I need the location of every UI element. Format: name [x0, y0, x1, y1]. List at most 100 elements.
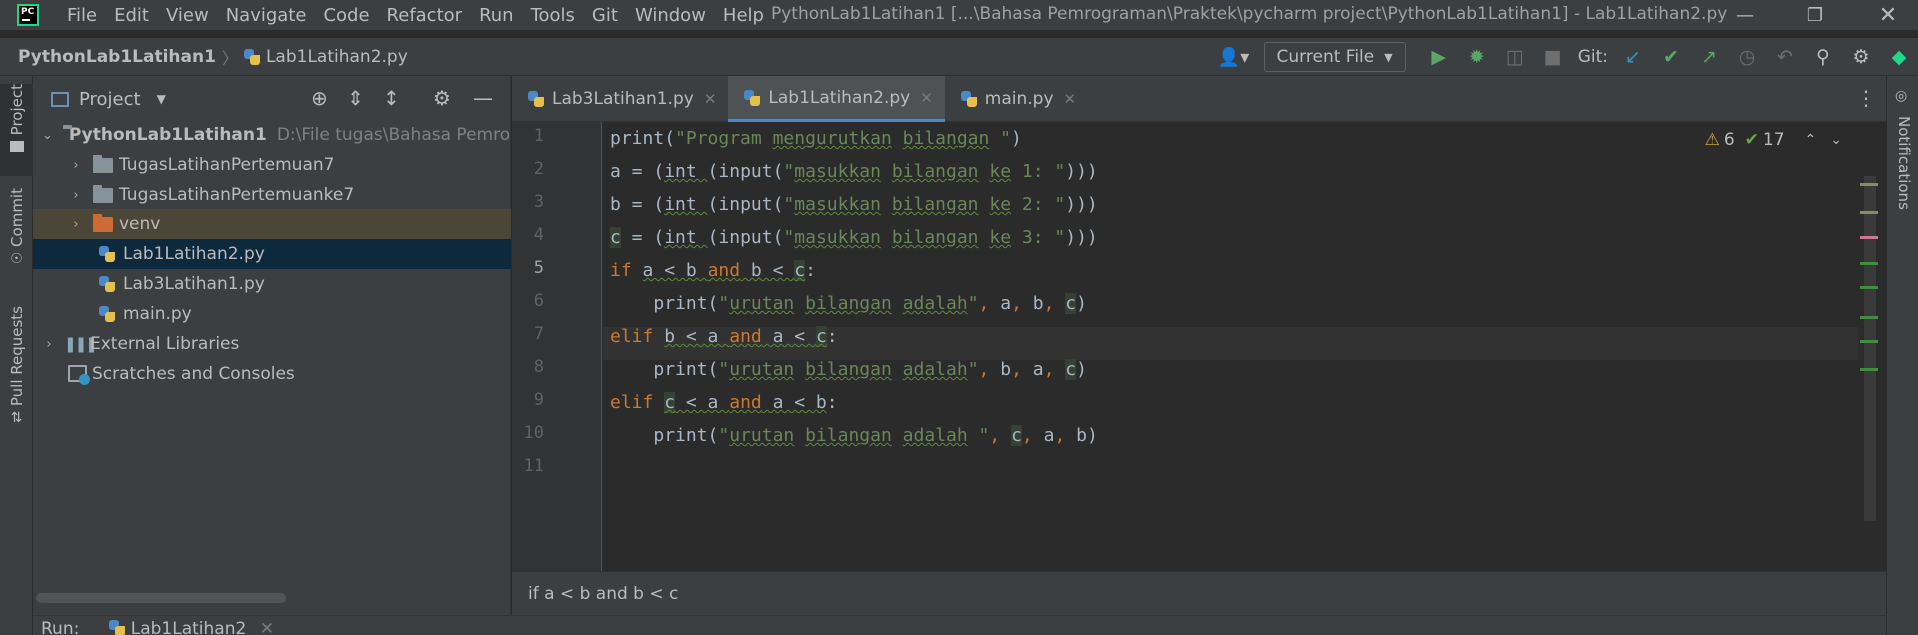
run-with-coverage-icon[interactable]: ◫ — [1496, 46, 1534, 68]
pull-requests-tool-tab[interactable]: Pull Requests ⇅ — [0, 306, 33, 426]
chevron-down-icon: ▼ — [1384, 50, 1393, 64]
commit-tool-label: Commit — [7, 188, 26, 247]
error-stripe-marker[interactable] — [1860, 286, 1878, 289]
settings-icon[interactable]: ⚙ — [1842, 46, 1880, 68]
code-line: if a < b and b < c: — [610, 260, 816, 281]
code-breadcrumb[interactable]: if a < b and b < c — [528, 584, 678, 604]
menu-refactor[interactable]: Refactor — [387, 5, 463, 26]
expand-all-icon[interactable]: ⇕ — [347, 86, 364, 110]
tab-label: main.py — [984, 89, 1054, 109]
main-toolbar: 👤▾ Current File ▼ ▶ ✹ ◫ ■ Git: ↙ ✔ ↗ ◷ ↶… — [1216, 38, 1918, 76]
menu-window[interactable]: Window — [635, 5, 706, 26]
tree-item-main[interactable]: main.py — [33, 299, 511, 329]
git-update-icon[interactable]: ↙ — [1614, 46, 1652, 68]
menu-code[interactable]: Code — [323, 5, 369, 26]
menu-view[interactable]: View — [166, 5, 209, 26]
restore-icon[interactable]: ❐ — [1785, 0, 1845, 30]
hide-panel-icon[interactable]: — — [473, 86, 493, 110]
line-number: 1 — [533, 126, 544, 146]
chevron-down-icon[interactable]: ▼ — [157, 92, 166, 106]
horizontal-scrollbar[interactable] — [36, 593, 286, 603]
menu-help[interactable]: Help — [723, 5, 764, 26]
debug-icon[interactable]: ✹ — [1458, 46, 1496, 68]
chevron-right-icon[interactable]: › — [42, 337, 56, 352]
editor-tabs: Lab3Latihan1.py ✕ Lab1Latihan2.py ✕ main… — [512, 76, 1886, 122]
git-label: Git: — [1577, 47, 1608, 67]
menu-file[interactable]: File — [67, 5, 97, 26]
code-area[interactable]: print("Program mengurutkan bilangan ") a… — [610, 122, 1098, 446]
menu-edit[interactable]: Edit — [114, 5, 149, 26]
tree-item-scratches[interactable]: Scratches and Consoles — [33, 359, 511, 389]
run-configuration-label: Current File — [1276, 47, 1375, 67]
close-icon[interactable]: ✕ — [1064, 90, 1077, 108]
history-icon[interactable]: ◷ — [1728, 46, 1766, 68]
line-number: 3 — [533, 192, 544, 212]
git-commit-icon[interactable]: ✔ — [1652, 46, 1690, 68]
menu-tools[interactable]: Tools — [531, 5, 575, 26]
run-icon[interactable]: ▶ — [1420, 46, 1458, 68]
chevron-right-icon[interactable]: › — [69, 217, 83, 232]
menu-run[interactable]: Run — [479, 5, 514, 26]
project-panel-header: Project ▼ ⊕ ⇕ ↕ ⚙ — — [33, 76, 510, 122]
git-push-icon[interactable]: ↗ — [1690, 46, 1728, 68]
locate-file-icon[interactable]: ⊕ — [311, 86, 328, 110]
tab-label: Lab1Latihan2.py — [768, 87, 911, 108]
error-stripe-marker[interactable] — [1860, 236, 1878, 239]
navigate-problems-icon[interactable]: ⌃⌄ — [1805, 132, 1856, 148]
chevron-right-icon[interactable]: › — [69, 188, 83, 203]
commit-tool-tab[interactable]: Commit ☉ — [0, 188, 33, 278]
tree-item-venv[interactable]: › venv — [33, 209, 511, 239]
project-tool-tab[interactable]: Project — [0, 84, 33, 176]
code-line: print("urutan bilangan adalah", a, b, c) — [653, 293, 1087, 314]
error-stripe-marker[interactable] — [1860, 211, 1878, 214]
search-icon[interactable]: ⚲ — [1804, 46, 1842, 68]
close-icon[interactable]: ✕ — [1858, 0, 1918, 30]
error-stripe-marker[interactable] — [1860, 316, 1878, 319]
folder-icon — [93, 154, 113, 173]
breadcrumb-project[interactable]: PythonLab1Latihan1 — [18, 47, 216, 67]
tab-main[interactable]: main.py ✕ — [945, 76, 1088, 122]
inspection-widget[interactable]: ⚠ 6 ✔ 17 ⌃⌄ — [1705, 130, 1856, 150]
tab-lab1latihan2[interactable]: Lab1Latihan2.py ✕ — [728, 76, 945, 122]
breadcrumb-file[interactable]: Lab1Latihan2.py — [266, 47, 408, 67]
chevron-right-icon[interactable]: › — [69, 158, 83, 173]
user-icon[interactable]: 👤▾ — [1216, 47, 1252, 68]
run-configuration-select[interactable]: Current File ▼ — [1263, 42, 1406, 72]
rollback-icon[interactable]: ↶ — [1766, 46, 1804, 68]
close-icon[interactable]: ✕ — [704, 90, 717, 108]
folder-icon — [93, 184, 113, 203]
tab-lab3latihan1[interactable]: Lab3Latihan1.py ✕ — [512, 76, 728, 122]
close-icon[interactable]: ✕ — [260, 619, 274, 635]
run-tab[interactable]: Lab1Latihan2 ✕ — [109, 616, 274, 635]
code-line: a = (int (input("masukkan bilangan ke 1:… — [610, 161, 1098, 182]
stop-icon[interactable]: ■ — [1534, 46, 1572, 68]
line-number-gutter: 1 2 3 4 5 6 7 8 9 10 11 — [512, 122, 602, 571]
minimize-icon[interactable]: — — [1715, 0, 1775, 30]
left-tool-window-strip: Project Commit ☉ Pull Requests ⇅ — [0, 76, 33, 635]
tree-item-lab1latihan2[interactable]: Lab1Latihan2.py — [33, 239, 511, 269]
notifications-tool-tab[interactable]: Notifications — [1895, 116, 1913, 210]
run-label: Run: — [41, 619, 80, 635]
tree-item-project-root[interactable]: ⌄ PythonLab1Latihan1 D:\File tugas\Bahas… — [33, 120, 511, 150]
code-line: elif b < a and a < c: — [610, 326, 838, 347]
collapse-all-icon[interactable]: ↕ — [383, 86, 400, 110]
tree-item-lab3latihan1[interactable]: Lab3Latihan1.py — [33, 269, 511, 299]
notifications-icon[interactable]: ◎ — [1895, 88, 1907, 104]
menu-navigate[interactable]: Navigate — [226, 5, 307, 26]
project-panel-title[interactable]: Project — [79, 89, 141, 110]
code-with-me-icon[interactable]: ◆ — [1880, 46, 1918, 68]
more-options-icon[interactable]: ⋮ — [1856, 86, 1876, 110]
error-stripe-marker[interactable] — [1860, 262, 1878, 265]
close-icon[interactable]: ✕ — [920, 89, 933, 107]
chevron-down-icon[interactable]: ⌄ — [42, 128, 53, 143]
gear-icon[interactable]: ⚙ — [433, 86, 451, 110]
library-icon: ❚❚❚ — [64, 335, 98, 353]
tree-item-tugaslatihanpertemuanke7[interactable]: › TugasLatihanPertemuanke7 — [33, 180, 511, 210]
tree-item-external-libraries[interactable]: › ❚❚❚ External Libraries — [33, 329, 511, 359]
error-stripe-marker[interactable] — [1860, 340, 1878, 343]
error-stripe-marker[interactable] — [1860, 368, 1878, 371]
error-stripe-marker[interactable] — [1860, 183, 1878, 186]
menu-git[interactable]: Git — [592, 5, 618, 26]
vertical-scrollbar[interactable] — [1864, 176, 1876, 521]
tree-item-tugaslatihanpertemuan7[interactable]: › TugasLatihanPertemuan7 — [33, 150, 511, 180]
